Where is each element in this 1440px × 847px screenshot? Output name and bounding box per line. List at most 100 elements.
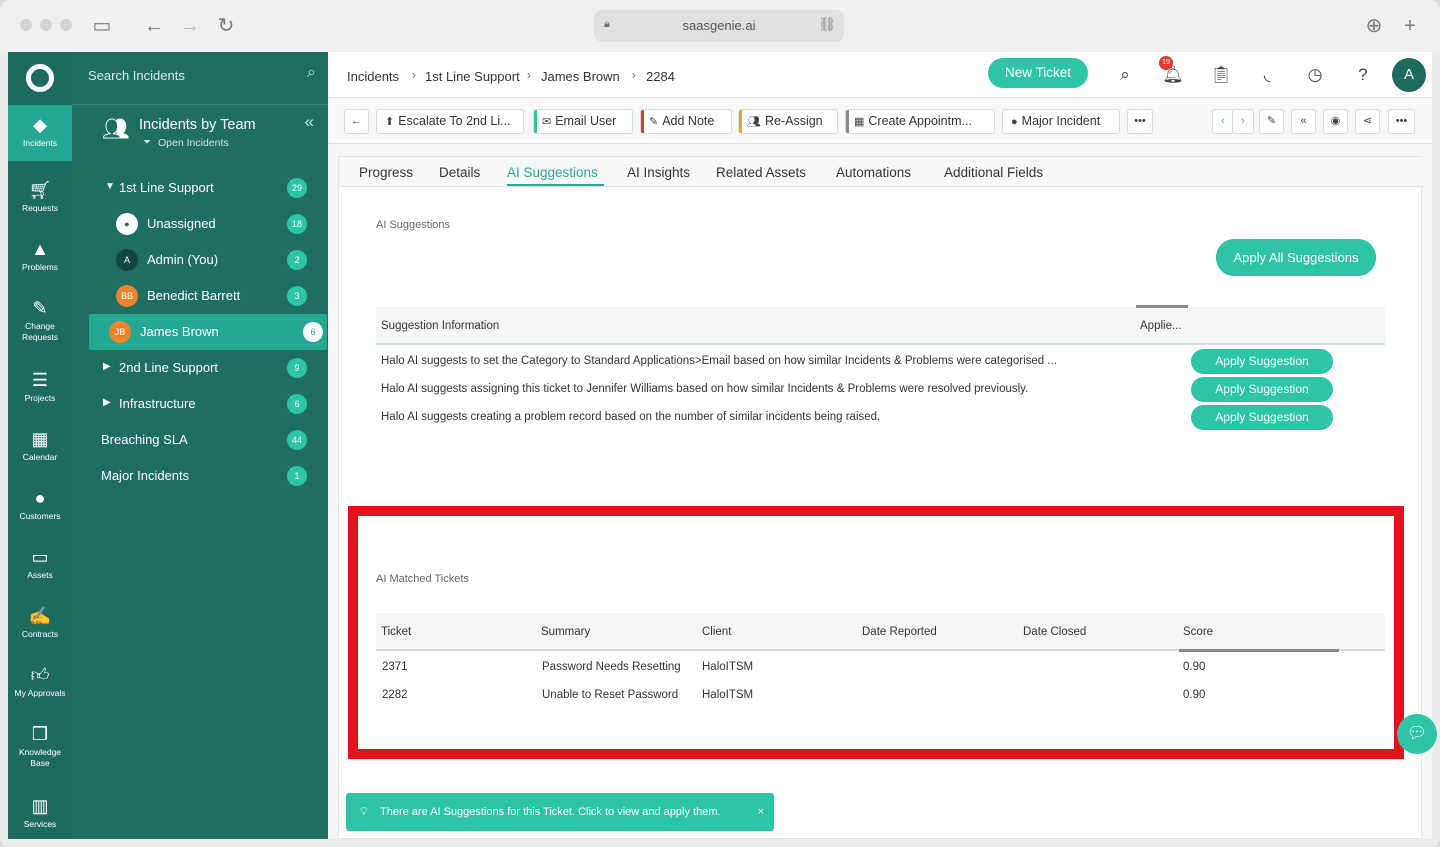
- button-label: Re-Assign: [764, 114, 823, 128]
- caret-right-icon[interactable]: ▶: [103, 361, 111, 372]
- maximize-window-button[interactable]: [60, 19, 72, 31]
- chat-icon[interactable]: 💬︎: [1397, 714, 1437, 754]
- nav-incidents[interactable]: ◆ Incidents: [8, 105, 72, 161]
- active-tab-indicator: [507, 184, 604, 186]
- more-options-button[interactable]: •••: [1388, 109, 1415, 134]
- re-assign-button[interactable]: 👥︎ Re-Assign: [738, 109, 838, 134]
- share-icon[interactable]: ⋖: [1355, 109, 1380, 134]
- collapse-panel-icon[interactable]: «: [305, 112, 314, 132]
- nav-problems[interactable]: ▲ Problems: [8, 229, 72, 285]
- reload-icon[interactable]: ↻: [214, 14, 238, 38]
- back-button[interactable]: ←: [344, 109, 369, 134]
- rss-icon[interactable]: ◟: [1256, 64, 1278, 86]
- ai-suggestions-toast[interactable]: 💡︎ There are AI Suggestions for this Tic…: [346, 793, 774, 831]
- team-1st-line-support[interactable]: ▼ 1st Line Support 29: [72, 170, 328, 206]
- help-icon[interactable]: ?: [1352, 64, 1374, 86]
- close-icon[interactable]: ×: [758, 793, 764, 831]
- count-badge: 3: [287, 286, 307, 306]
- create-appointment-button[interactable]: ▦ Create Appointm...: [845, 109, 995, 134]
- eye-icon[interactable]: ◉: [1323, 109, 1348, 134]
- apply-suggestion-button[interactable]: Apply Suggestion: [1191, 377, 1333, 402]
- tab-ai-insights[interactable]: AI Insights: [627, 165, 690, 180]
- users-icon: 👥︎: [747, 116, 761, 128]
- tab-related-assets[interactable]: Related Assets: [716, 165, 806, 180]
- url-text: saasgenie.ai: [682, 18, 756, 33]
- close-window-button[interactable]: [20, 19, 32, 31]
- search-incidents-input[interactable]: Search Incidents: [88, 68, 185, 83]
- row-label: Infrastructure: [119, 396, 196, 411]
- collapse-icon[interactable]: «: [1291, 109, 1316, 134]
- major-incident-button[interactable]: ● Major Incident: [1002, 109, 1120, 134]
- search-icon[interactable]: ⌕: [1114, 64, 1136, 86]
- email-user-button[interactable]: ✉ Email User: [533, 109, 633, 134]
- divider: [72, 104, 328, 105]
- agent-admin[interactable]: A Admin (You) 2: [72, 242, 328, 278]
- nav-knowledge-base[interactable]: ❒ Knowledge Base: [8, 714, 72, 774]
- minimize-window-button[interactable]: [40, 19, 52, 31]
- tab-progress[interactable]: Progress: [359, 165, 413, 180]
- caret-down-icon[interactable]: ▼: [105, 181, 115, 192]
- download-icon[interactable]: ⊕: [1362, 14, 1386, 38]
- add-note-button[interactable]: ✎ Add Note: [640, 109, 732, 134]
- forward-arrow-icon[interactable]: →: [178, 14, 202, 38]
- nav-calendar[interactable]: ▦ Calendar: [8, 419, 72, 475]
- agent-unassigned[interactable]: ● Unassigned 18: [72, 206, 328, 242]
- agent-james-brown[interactable]: JB James Brown 6: [89, 314, 327, 350]
- search-icon[interactable]: ⌕: [307, 64, 316, 82]
- breadcrumb-team[interactable]: 1st Line Support: [425, 69, 520, 84]
- nav-projects[interactable]: ☰ Projects: [8, 360, 72, 416]
- filter-major-incidents[interactable]: Major Incidents 1: [72, 458, 328, 494]
- nav-services[interactable]: ▥ Services: [8, 786, 72, 839]
- nav-assets[interactable]: ▭ Assets: [8, 537, 72, 593]
- user-avatar[interactable]: A: [1392, 58, 1426, 92]
- new-tab-icon[interactable]: +: [1398, 14, 1422, 38]
- notification-count: 19: [1159, 56, 1173, 70]
- nav-requests[interactable]: 🛒︎ Requests: [8, 170, 72, 226]
- tab-details[interactable]: Details: [439, 165, 480, 180]
- panel-title[interactable]: Incidents by Team: [139, 117, 256, 133]
- address-bar[interactable]: 🔒︎ saasgenie.ai ⛓︎: [594, 10, 844, 42]
- button-label: Create Appointm...: [868, 114, 972, 128]
- tab-ai-suggestions[interactable]: AI Suggestions: [507, 165, 598, 180]
- count-badge: 2: [287, 250, 307, 270]
- back-arrow-icon[interactable]: ←: [142, 14, 166, 38]
- nav-customers[interactable]: ● Customers: [8, 478, 72, 534]
- next-ticket-icon[interactable]: ›: [1232, 109, 1254, 134]
- nav-change-requests[interactable]: ✎ Change Requests: [8, 288, 72, 348]
- apply-suggestion-button[interactable]: Apply Suggestion: [1191, 349, 1333, 374]
- apply-all-suggestions-button[interactable]: Apply All Suggestions: [1216, 239, 1376, 276]
- team-infrastructure[interactable]: ▶ Infrastructure 6: [72, 386, 328, 422]
- nav-my-approvals[interactable]: 👍︎ My Approvals: [8, 655, 72, 711]
- more-actions-button[interactable]: •••: [1127, 109, 1153, 134]
- team-2nd-line-support[interactable]: ▶ 2nd Line Support 9: [72, 350, 328, 386]
- column-header[interactable]: Applie...: [1140, 320, 1182, 332]
- nav-label: Incidents: [22, 138, 58, 148]
- envelope-icon: ✉: [542, 116, 552, 128]
- clock-icon[interactable]: ◷: [1304, 64, 1326, 86]
- escalate-button[interactable]: ⬆ Escalate To 2nd Li...: [376, 109, 524, 134]
- tab-automations[interactable]: Automations: [836, 165, 911, 180]
- breadcrumb-incidents[interactable]: Incidents: [347, 69, 399, 84]
- new-ticket-button[interactable]: New Ticket: [988, 58, 1088, 88]
- top-bar: Incidents › 1st Line Support › James Bro…: [328, 52, 1432, 98]
- column-header[interactable]: Suggestion Information: [381, 320, 499, 332]
- edit-icon[interactable]: ✎: [1259, 109, 1284, 134]
- nav-label: Projects: [24, 393, 56, 403]
- avatar: BB: [116, 285, 138, 307]
- app-logo[interactable]: [26, 64, 54, 92]
- link-icon[interactable]: ⛓︎: [818, 16, 836, 33]
- team-icon: 👥︎: [102, 116, 130, 141]
- caret-right-icon[interactable]: ▶: [103, 397, 111, 408]
- contract-icon: ✍: [28, 606, 52, 626]
- filter-breaching-sla[interactable]: Breaching SLA 44: [72, 422, 328, 458]
- previous-ticket-icon[interactable]: ‹: [1212, 109, 1234, 134]
- tab-additional-fields[interactable]: Additional Fields: [944, 165, 1043, 180]
- apply-suggestion-button[interactable]: Apply Suggestion: [1191, 405, 1333, 430]
- browser-titlebar: ▭ ← → ↻ 🔒︎ saasgenie.ai ⛓︎ ⊕ +: [0, 0, 1440, 52]
- nav-contracts[interactable]: ✍ Contracts: [8, 596, 72, 652]
- count-badge: 29: [287, 178, 307, 198]
- sidebar-toggle-icon[interactable]: ▭: [90, 14, 114, 38]
- agent-benedict-barrett[interactable]: BB Benedict Barrett 3: [72, 278, 328, 314]
- breadcrumb-agent[interactable]: James Brown: [541, 69, 620, 84]
- clipboard-icon[interactable]: 📋︎: [1210, 64, 1232, 86]
